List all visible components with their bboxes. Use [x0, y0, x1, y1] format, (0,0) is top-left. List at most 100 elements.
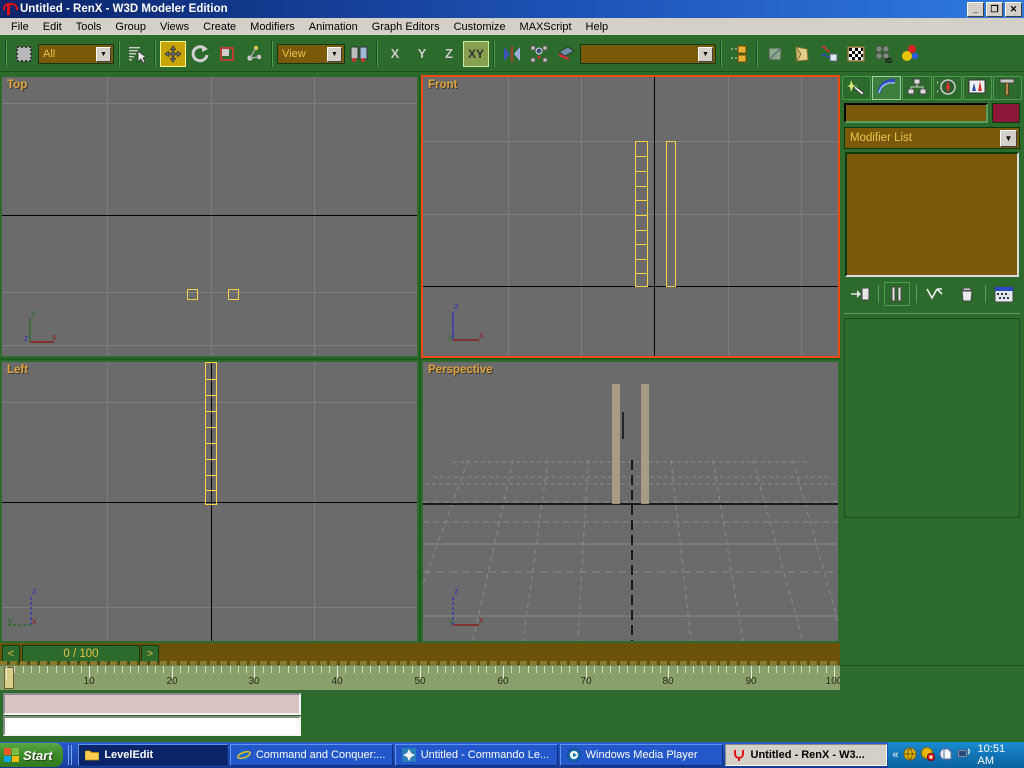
- chevron-down-icon[interactable]: ▼: [96, 47, 111, 62]
- taskbar-item-renx[interactable]: Untitled - RenX - W3...: [725, 744, 888, 766]
- chevron-down-icon[interactable]: ▼: [327, 47, 342, 62]
- ruler-tick: [784, 666, 785, 673]
- page-icon[interactable]: [939, 747, 953, 764]
- taskbar-item-leveledit[interactable]: LevelEdit: [78, 744, 228, 766]
- axis-constraint-y-button[interactable]: Y: [409, 41, 435, 67]
- command-tab-display[interactable]: [963, 76, 992, 100]
- menu-bar: File Edit Tools Group Views Create Modif…: [0, 18, 1024, 36]
- command-tab-hierarchy[interactable]: [902, 76, 931, 100]
- select-and-scale-icon[interactable]: [214, 41, 240, 67]
- ruler-tick: [677, 666, 678, 673]
- reference-coordinate-combo[interactable]: View ▼: [277, 44, 345, 64]
- maximize-button[interactable]: ❐: [986, 2, 1003, 17]
- ruler-tick: [644, 666, 645, 673]
- pin-stack-icon[interactable]: [847, 282, 873, 306]
- axis-constraint-z-button[interactable]: Z: [436, 41, 462, 67]
- network-globe-icon[interactable]: [903, 747, 917, 764]
- named-selection-icon[interactable]: [553, 41, 579, 67]
- select-and-rotate-icon[interactable]: [187, 41, 213, 67]
- menu-item-file[interactable]: File: [4, 20, 36, 34]
- ruler-tick: [81, 666, 82, 673]
- object-wireframe[interactable]: [187, 289, 198, 300]
- layer-manager-icon[interactable]: [726, 41, 752, 67]
- render-scene-icon[interactable]: [843, 41, 869, 67]
- network-activity-icon[interactable]: [957, 747, 971, 764]
- mirror-icon[interactable]: [499, 41, 525, 67]
- menu-item-group[interactable]: Group: [108, 20, 153, 34]
- select-and-move-icon[interactable]: [160, 41, 186, 67]
- menu-item-graph-editors[interactable]: Graph Editors: [365, 20, 447, 34]
- render-type-icon[interactable]: ID: [870, 41, 896, 67]
- object-color-swatch[interactable]: [992, 103, 1020, 123]
- folder-icon: [85, 748, 99, 762]
- object-wireframe[interactable]: [666, 141, 676, 287]
- axis-constraint-x-button[interactable]: X: [382, 41, 408, 67]
- viewport-front[interactable]: Front: [421, 75, 840, 358]
- close-button[interactable]: ✕: [1005, 2, 1022, 17]
- object-wireframe[interactable]: [205, 362, 217, 505]
- named-selection-sets-combo[interactable]: ▼: [580, 44, 716, 64]
- object-wireframe[interactable]: [228, 289, 239, 300]
- show-end-result-icon[interactable]: [884, 282, 910, 306]
- menu-item-views[interactable]: Views: [153, 20, 196, 34]
- command-panel: Modifier List ▼: [840, 75, 1024, 643]
- viewport-left[interactable]: Left z y: [0, 360, 419, 643]
- material-editor-icon[interactable]: [816, 41, 842, 67]
- ruler-tick: [627, 666, 628, 673]
- ruler-tick: [726, 666, 727, 673]
- taskbar-item-windows-media-player[interactable]: Windows Media Player: [560, 744, 723, 766]
- trash-icon[interactable]: [954, 282, 980, 306]
- minimize-button[interactable]: _: [967, 2, 984, 17]
- ruler-tick: [702, 666, 703, 673]
- schematic-view-icon[interactable]: [789, 41, 815, 67]
- config-sets-icon[interactable]: [991, 282, 1017, 306]
- taskbar-item-command-and-conquer[interactable]: Command and Conquer:...: [230, 744, 393, 766]
- menu-item-customize[interactable]: Customize: [447, 20, 513, 34]
- chevron-down-icon[interactable]: ▼: [698, 47, 713, 62]
- menu-item-animation[interactable]: Animation: [302, 20, 365, 34]
- start-button[interactable]: Start: [0, 743, 63, 767]
- command-tab-utilities[interactable]: [993, 76, 1022, 100]
- command-tab-motion[interactable]: [933, 76, 962, 100]
- select-and-manipulate-icon[interactable]: [241, 41, 267, 67]
- viewport-perspective[interactable]: Perspective: [421, 360, 840, 643]
- viewport-label-perspective: Perspective: [428, 364, 493, 376]
- chevron-down-icon[interactable]: ▼: [1000, 130, 1017, 147]
- selection-filter-combo[interactable]: All ▼: [38, 44, 114, 64]
- menu-item-create[interactable]: Create: [196, 20, 243, 34]
- align-icon[interactable]: [526, 41, 552, 67]
- command-tab-modify[interactable]: [872, 76, 901, 100]
- taskbar-item-commando-level-editor[interactable]: Untitled - Commando Le...: [395, 744, 558, 766]
- command-tab-create[interactable]: [842, 76, 871, 100]
- time-slider-ruler[interactable]: 102030405060708090100: [0, 665, 840, 690]
- maxscript-listener-output[interactable]: [3, 693, 301, 715]
- menu-item-tools[interactable]: Tools: [69, 20, 109, 34]
- ruler-tick: [205, 666, 206, 673]
- object-name-field[interactable]: [844, 103, 988, 123]
- modifier-stack-list[interactable]: [845, 152, 1019, 277]
- menu-item-help[interactable]: Help: [579, 20, 616, 34]
- menu-item-maxscript[interactable]: MAXScript: [513, 20, 579, 34]
- svg-text:x: x: [479, 330, 484, 340]
- security-alert-icon[interactable]: [921, 747, 935, 764]
- ruler-tick: [279, 666, 280, 673]
- menu-item-modifiers[interactable]: Modifiers: [243, 20, 302, 34]
- tray-expand-button[interactable]: «: [892, 749, 898, 761]
- menu-item-edit[interactable]: Edit: [36, 20, 69, 34]
- axis-constraint-xy-button[interactable]: XY: [463, 41, 489, 67]
- ruler-tick: [619, 666, 620, 673]
- taskbar-label: Command and Conquer:...: [256, 749, 386, 761]
- modifier-list-combo[interactable]: Modifier List ▼: [844, 127, 1020, 149]
- make-unique-icon[interactable]: [922, 282, 948, 306]
- viewport-top[interactable]: Top y z x: [0, 75, 419, 358]
- use-pivot-center-icon[interactable]: [346, 41, 372, 67]
- curve-editor-icon[interactable]: [762, 41, 788, 67]
- maxscript-listener-input[interactable]: [3, 716, 301, 736]
- select-object-icon[interactable]: [11, 41, 37, 67]
- quick-render-icon[interactable]: [897, 41, 923, 67]
- ruler-tick-label: 10: [83, 676, 94, 687]
- object-wireframe[interactable]: [635, 141, 648, 287]
- taskbar-grip[interactable]: [68, 745, 75, 765]
- ruler-tick: [470, 666, 471, 673]
- select-by-name-icon[interactable]: [124, 41, 150, 67]
